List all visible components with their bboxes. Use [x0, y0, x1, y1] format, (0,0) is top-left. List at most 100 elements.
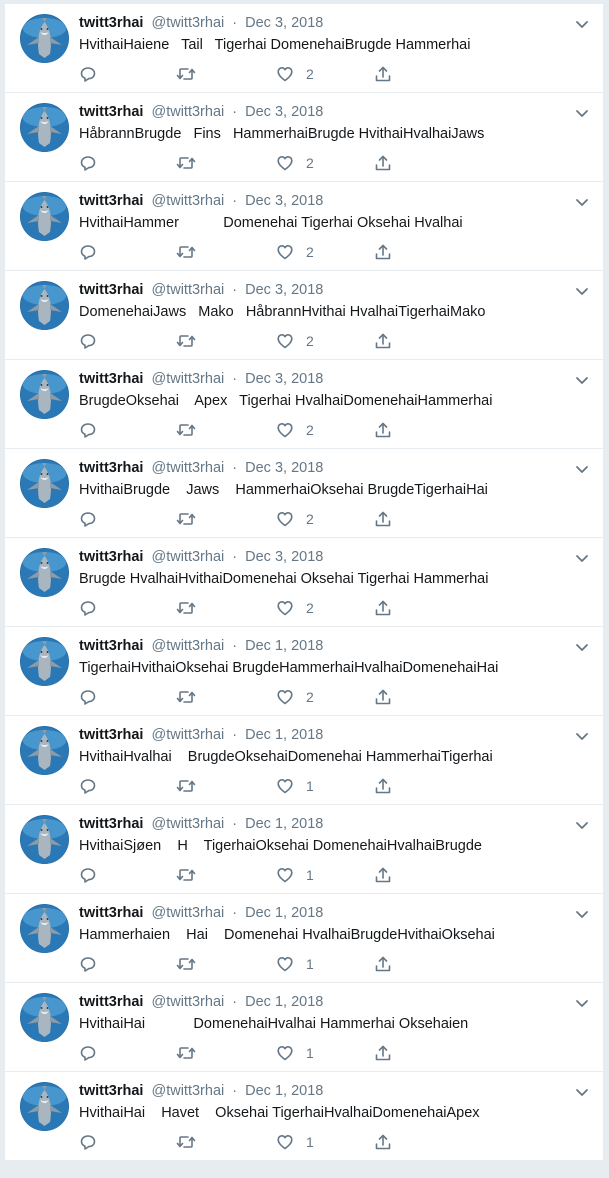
chevron-down-icon[interactable] — [575, 1085, 589, 1096]
reply-button[interactable] — [79, 865, 97, 885]
reply-button[interactable] — [79, 420, 97, 440]
retweet-button[interactable] — [176, 954, 196, 974]
tweet[interactable]: twitt3rhai @twitt3rhai · Dec 1, 2018 Hvi… — [5, 983, 603, 1072]
tweet-date[interactable]: Dec 1, 2018 — [245, 905, 323, 921]
chevron-down-icon[interactable] — [575, 996, 589, 1007]
avatar[interactable] — [20, 548, 69, 597]
tweet[interactable]: twitt3rhai @twitt3rhai · Dec 1, 2018 Hvi… — [5, 1072, 603, 1161]
retweet-button[interactable] — [176, 598, 196, 618]
share-button[interactable] — [374, 153, 392, 173]
chevron-down-icon[interactable] — [575, 818, 589, 829]
retweet-button[interactable] — [176, 865, 196, 885]
tweet-date[interactable]: Dec 3, 2018 — [245, 460, 323, 476]
chevron-down-icon[interactable] — [575, 729, 589, 740]
reply-button[interactable] — [79, 687, 97, 707]
chevron-down-icon[interactable] — [575, 284, 589, 295]
user-handle[interactable]: @twitt3rhai — [151, 460, 224, 476]
share-button[interactable] — [374, 1043, 392, 1063]
tweet[interactable]: twitt3rhai @twitt3rhai · Dec 1, 2018 Tig… — [5, 627, 603, 716]
user-handle[interactable]: @twitt3rhai — [151, 1083, 224, 1099]
user-handle[interactable]: @twitt3rhai — [151, 994, 224, 1010]
user-handle[interactable]: @twitt3rhai — [151, 282, 224, 298]
user-handle[interactable]: @twitt3rhai — [151, 816, 224, 832]
like-button[interactable]: 1 — [276, 865, 314, 885]
retweet-button[interactable] — [176, 420, 196, 440]
tweet[interactable]: twitt3rhai @twitt3rhai · Dec 3, 2018 Hvi… — [5, 182, 603, 271]
username[interactable]: twitt3rhai — [79, 727, 143, 743]
tweet[interactable]: twitt3rhai @twitt3rhai · Dec 3, 2018 Håb… — [5, 93, 603, 182]
tweet-date[interactable]: Dec 3, 2018 — [245, 282, 323, 298]
tweet[interactable]: twitt3rhai @twitt3rhai · Dec 3, 2018 Bru… — [5, 360, 603, 449]
like-button[interactable]: 2 — [276, 687, 314, 707]
tweet-date[interactable]: Dec 1, 2018 — [245, 727, 323, 743]
user-handle[interactable]: @twitt3rhai — [151, 727, 224, 743]
share-button[interactable] — [374, 509, 392, 529]
avatar[interactable] — [20, 370, 69, 419]
share-button[interactable] — [374, 1132, 392, 1152]
tweet[interactable]: twitt3rhai @twitt3rhai · Dec 3, 2018 Hvi… — [5, 4, 603, 93]
reply-button[interactable] — [79, 598, 97, 618]
share-button[interactable] — [374, 865, 392, 885]
retweet-button[interactable] — [176, 331, 196, 351]
share-button[interactable] — [374, 954, 392, 974]
username[interactable]: twitt3rhai — [79, 549, 143, 565]
like-button[interactable]: 1 — [276, 954, 314, 974]
tweet[interactable]: twitt3rhai @twitt3rhai · Dec 1, 2018 Ham… — [5, 894, 603, 983]
avatar[interactable] — [20, 726, 69, 775]
avatar[interactable] — [20, 103, 69, 152]
chevron-down-icon[interactable] — [575, 551, 589, 562]
like-button[interactable]: 2 — [276, 64, 314, 84]
tweet[interactable]: twitt3rhai @twitt3rhai · Dec 3, 2018 Bru… — [5, 538, 603, 627]
reply-button[interactable] — [79, 954, 97, 974]
reply-button[interactable] — [79, 1132, 97, 1152]
reply-button[interactable] — [79, 776, 97, 796]
username[interactable]: twitt3rhai — [79, 994, 143, 1010]
chevron-down-icon[interactable] — [575, 106, 589, 117]
avatar[interactable] — [20, 993, 69, 1042]
like-button[interactable]: 2 — [276, 331, 314, 351]
username[interactable]: twitt3rhai — [79, 816, 143, 832]
tweet[interactable]: twitt3rhai @twitt3rhai · Dec 1, 2018 Hvi… — [5, 805, 603, 894]
username[interactable]: twitt3rhai — [79, 15, 143, 31]
share-button[interactable] — [374, 687, 392, 707]
retweet-button[interactable] — [176, 153, 196, 173]
avatar[interactable] — [20, 459, 69, 508]
retweet-button[interactable] — [176, 509, 196, 529]
reply-button[interactable] — [79, 331, 97, 351]
like-button[interactable]: 2 — [276, 509, 314, 529]
tweet-date[interactable]: Dec 1, 2018 — [245, 638, 323, 654]
user-handle[interactable]: @twitt3rhai — [151, 104, 224, 120]
avatar[interactable] — [20, 14, 69, 63]
tweet-date[interactable]: Dec 1, 2018 — [245, 994, 323, 1010]
retweet-button[interactable] — [176, 687, 196, 707]
username[interactable]: twitt3rhai — [79, 104, 143, 120]
share-button[interactable] — [374, 331, 392, 351]
like-button[interactable]: 2 — [276, 420, 314, 440]
user-handle[interactable]: @twitt3rhai — [151, 371, 224, 387]
avatar[interactable] — [20, 815, 69, 864]
chevron-down-icon[interactable] — [575, 640, 589, 651]
chevron-down-icon[interactable] — [575, 373, 589, 384]
retweet-button[interactable] — [176, 1043, 196, 1063]
tweet[interactable]: twitt3rhai @twitt3rhai · Dec 3, 2018 Hvi… — [5, 449, 603, 538]
retweet-button[interactable] — [176, 64, 196, 84]
username[interactable]: twitt3rhai — [79, 371, 143, 387]
username[interactable]: twitt3rhai — [79, 460, 143, 476]
tweet-date[interactable]: Dec 1, 2018 — [245, 1083, 323, 1099]
avatar[interactable] — [20, 637, 69, 686]
like-button[interactable]: 1 — [276, 1043, 314, 1063]
chevron-down-icon[interactable] — [575, 195, 589, 206]
reply-button[interactable] — [79, 509, 97, 529]
avatar[interactable] — [20, 1082, 69, 1131]
share-button[interactable] — [374, 776, 392, 796]
tweet-date[interactable]: Dec 3, 2018 — [245, 193, 323, 209]
user-handle[interactable]: @twitt3rhai — [151, 15, 224, 31]
like-button[interactable]: 1 — [276, 1132, 314, 1152]
share-button[interactable] — [374, 64, 392, 84]
reply-button[interactable] — [79, 153, 97, 173]
chevron-down-icon[interactable] — [575, 907, 589, 918]
share-button[interactable] — [374, 598, 392, 618]
tweet-date[interactable]: Dec 3, 2018 — [245, 371, 323, 387]
username[interactable]: twitt3rhai — [79, 193, 143, 209]
share-button[interactable] — [374, 420, 392, 440]
